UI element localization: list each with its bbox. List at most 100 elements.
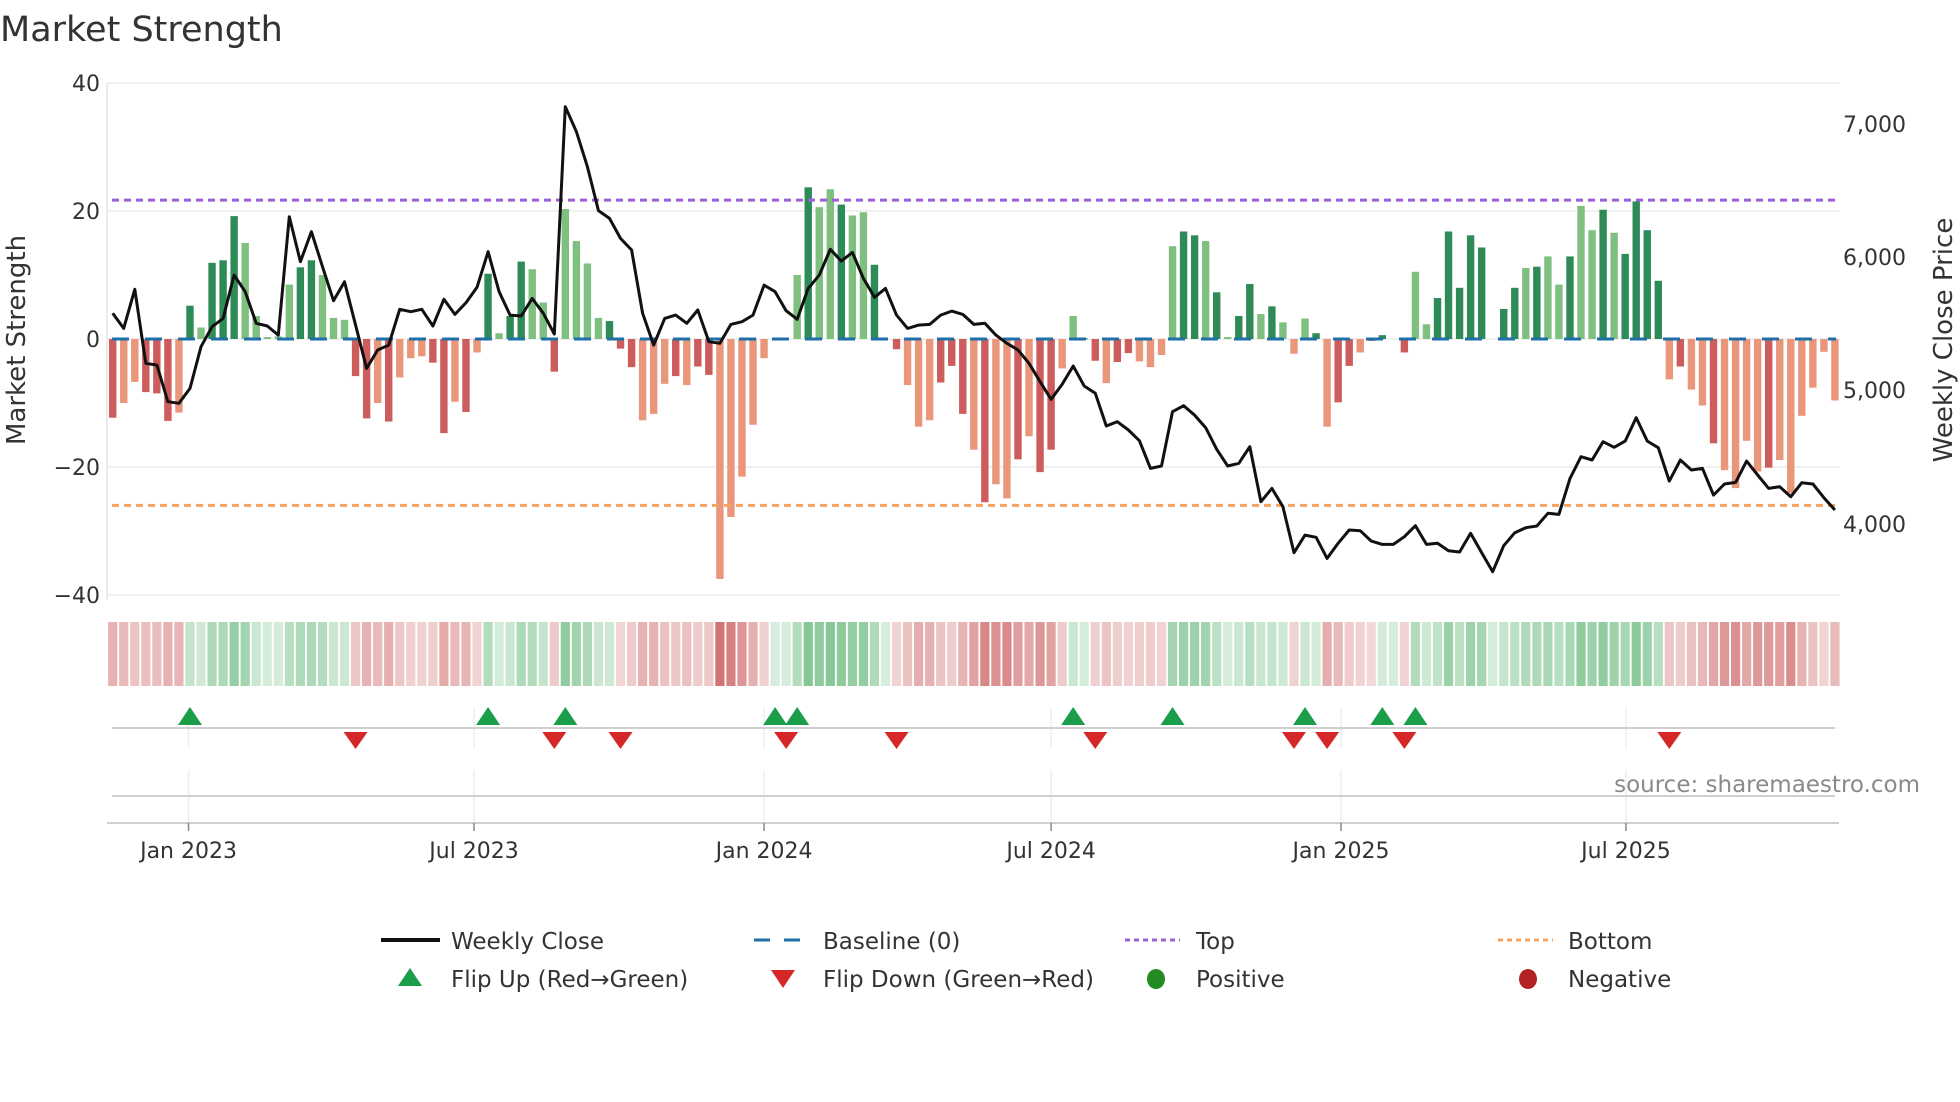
legend-item-negative[interactable]: Negative bbox=[1519, 967, 1671, 993]
heatmap-cell bbox=[1377, 622, 1387, 686]
heatmap-cell bbox=[1432, 622, 1443, 686]
negative-strength-bar bbox=[1676, 339, 1685, 367]
legend-item-baseline[interactable]: Baseline (0) bbox=[754, 929, 960, 955]
negative-strength-bar bbox=[1113, 339, 1122, 363]
positive-strength-bar bbox=[594, 317, 603, 339]
triangle-down-icon bbox=[771, 970, 795, 988]
heatmap-cell bbox=[880, 622, 891, 686]
flip-down-marker bbox=[343, 732, 368, 749]
flip-down-marker bbox=[774, 732, 799, 749]
heatmap-cell bbox=[726, 622, 736, 686]
heatmap-cell bbox=[1156, 622, 1167, 686]
heatmap-cell bbox=[549, 622, 559, 686]
y2-tick-label: 4,000 bbox=[1843, 513, 1906, 538]
heatmap-cell bbox=[682, 622, 692, 686]
negative-strength-bar bbox=[992, 339, 1000, 485]
negative-strength-bar bbox=[1356, 339, 1364, 353]
heatmap-cell bbox=[1708, 622, 1719, 686]
strength-bars bbox=[109, 187, 1839, 579]
heatmap-cell bbox=[1631, 622, 1641, 686]
heatmap-cell bbox=[825, 622, 835, 686]
legend-item-flip-down[interactable]: Flip Down (Green→Red) bbox=[771, 967, 1094, 993]
heatmap-cell bbox=[770, 622, 780, 686]
heatmap-cell bbox=[1609, 622, 1619, 686]
heatmap-cell bbox=[1123, 622, 1133, 686]
triangle-up-icon bbox=[398, 968, 422, 986]
flip-up-marker bbox=[1293, 707, 1318, 725]
heatmap-cell bbox=[218, 622, 228, 686]
positive-strength-bar bbox=[307, 260, 316, 339]
flip-up-marker bbox=[763, 707, 788, 725]
source-label: source: sharemaestro.com bbox=[1614, 772, 1920, 798]
heatmap-cell bbox=[1421, 622, 1432, 686]
negative-strength-bar bbox=[914, 339, 923, 427]
heatmap-cell bbox=[1576, 622, 1586, 686]
heatmap-cell bbox=[902, 622, 913, 686]
positive-strength-bar bbox=[583, 263, 592, 339]
heatmap-cell bbox=[1797, 622, 1807, 686]
positive-strength-bar bbox=[197, 327, 205, 339]
heatmap-cell bbox=[1399, 622, 1409, 686]
heatmap-cell bbox=[1477, 622, 1487, 686]
heatmap-cell bbox=[1719, 622, 1730, 686]
heatmap-cell bbox=[715, 622, 725, 686]
y2-tick-label: 6,000 bbox=[1843, 246, 1906, 271]
legend-item-positive[interactable]: Positive bbox=[1147, 967, 1285, 993]
heatmap-cell bbox=[737, 622, 747, 686]
heatmap-cell bbox=[781, 622, 791, 686]
heatmap-cell bbox=[858, 622, 869, 686]
y-tick-label: 20 bbox=[72, 200, 100, 225]
positive-strength-bar bbox=[1577, 205, 1585, 339]
positive-strength-bar bbox=[1632, 201, 1640, 339]
heatmap-cell bbox=[748, 622, 758, 686]
heatmap-cell bbox=[869, 622, 880, 686]
negative-strength-bar bbox=[396, 339, 404, 378]
positive-strength-bar bbox=[1069, 315, 1077, 339]
heatmap-cell bbox=[1366, 622, 1376, 686]
positive-strength-bar bbox=[837, 204, 846, 339]
legend-item-flip-up[interactable]: Flip Up (Red→Green) bbox=[398, 967, 688, 993]
negative-strength-bar bbox=[1135, 339, 1144, 362]
heatmap-cell bbox=[582, 622, 593, 686]
legend-item-top[interactable]: Top bbox=[1125, 929, 1235, 955]
heatmap-cell bbox=[439, 622, 449, 686]
flip-down-marker bbox=[1392, 732, 1417, 749]
legend-item-weekly-close[interactable]: Weekly Close bbox=[381, 929, 604, 955]
negative-strength-bar bbox=[1025, 339, 1033, 437]
heatmap-cell bbox=[1510, 622, 1520, 686]
positive-strength-bar bbox=[848, 215, 857, 339]
negative-strength-bar bbox=[1102, 339, 1110, 384]
positive-strength-bar bbox=[1610, 232, 1618, 339]
flip-up-marker bbox=[476, 707, 501, 725]
heatmap-cell bbox=[1035, 622, 1045, 686]
heatmap-cell bbox=[1112, 622, 1122, 686]
heatmap-cell bbox=[991, 622, 1001, 686]
positive-strength-bar bbox=[561, 209, 570, 339]
positive-strength-bar bbox=[1433, 298, 1442, 339]
legend: Weekly Close Baseline (0) Top Bottom Fli… bbox=[381, 929, 1671, 993]
heatmap-cell bbox=[428, 622, 438, 686]
negative-strength-bar bbox=[1345, 339, 1353, 366]
heatmap-cell bbox=[1090, 622, 1100, 686]
heatmap-cell bbox=[406, 622, 416, 686]
negative-strength-bar bbox=[716, 339, 724, 579]
heatmap-cell bbox=[936, 622, 946, 686]
positive-strength-bar bbox=[1544, 256, 1552, 339]
x-tick-label: Jul 2023 bbox=[427, 839, 519, 864]
heatmap-cell bbox=[1488, 622, 1498, 686]
heatmap-cell bbox=[339, 622, 350, 686]
x-tick-label: Jan 2025 bbox=[1291, 839, 1390, 864]
heatmap-cell bbox=[450, 622, 460, 686]
positive-strength-bar bbox=[1224, 337, 1232, 339]
heatmap-cell bbox=[317, 622, 328, 686]
heatmap-cell bbox=[527, 622, 537, 686]
heatmap-cell bbox=[1742, 622, 1752, 686]
heatmap-cell bbox=[1697, 622, 1708, 686]
negative-strength-bar bbox=[694, 339, 702, 367]
negative-strength-bar bbox=[1003, 339, 1011, 499]
flip-up-marker bbox=[1160, 707, 1185, 725]
heatmap-cell bbox=[914, 622, 924, 686]
legend-item-bottom[interactable]: Bottom bbox=[1498, 929, 1652, 955]
heatmap-cell bbox=[262, 622, 272, 686]
heatmap-cell bbox=[560, 622, 570, 686]
